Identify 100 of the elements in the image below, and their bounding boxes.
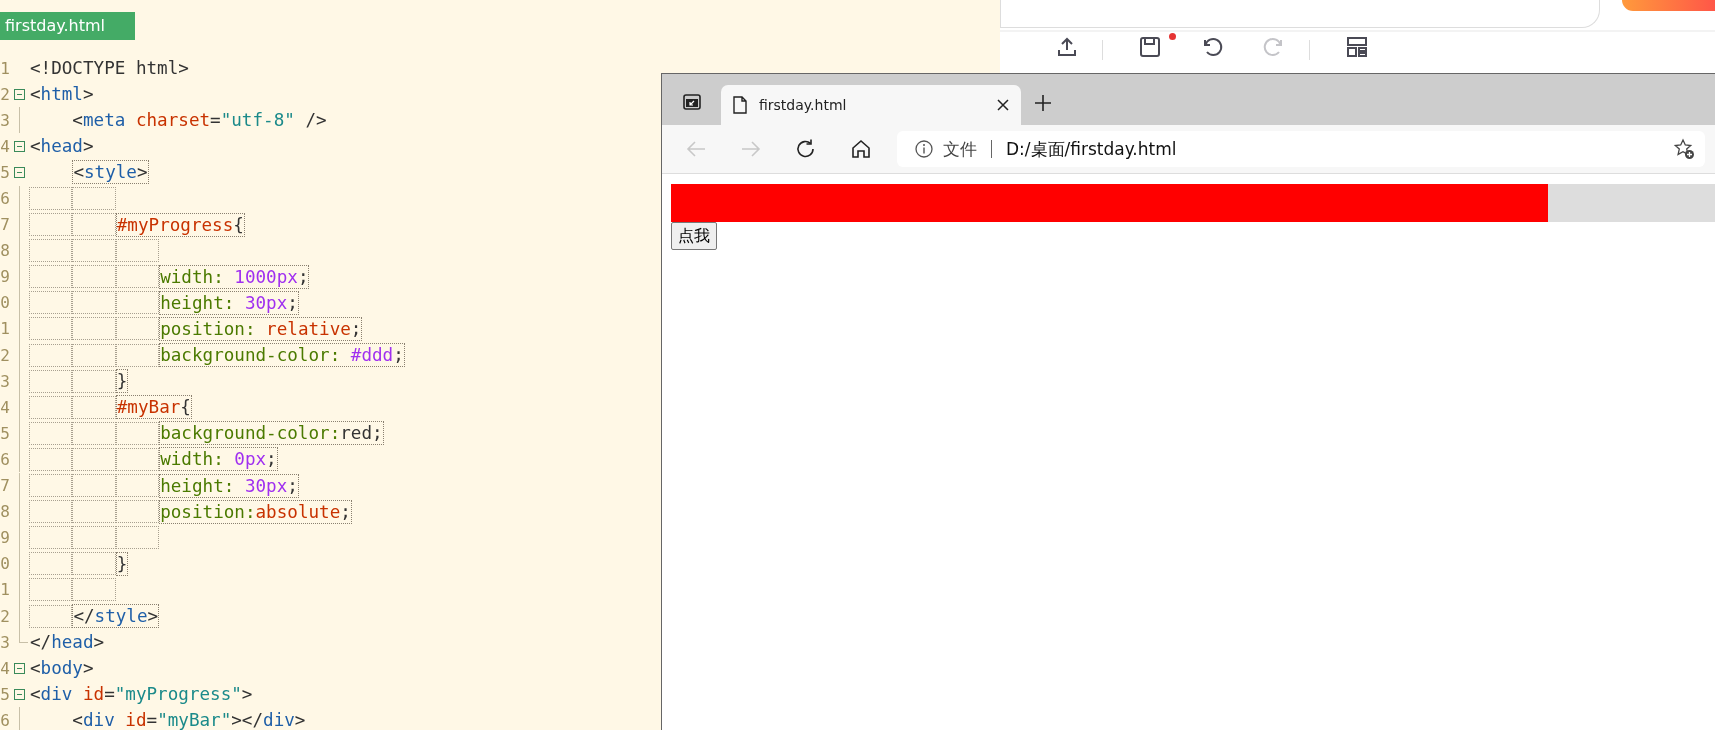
line-number: 0 <box>0 554 10 574</box>
line-number: 6 <box>0 449 10 469</box>
code-text: width: 0px; <box>159 447 278 472</box>
whitespace-marker <box>72 369 116 393</box>
whitespace-marker <box>72 526 116 550</box>
line-number: 2 <box>0 84 10 104</box>
file-icon <box>733 96 747 114</box>
whitespace-marker <box>29 213 73 237</box>
add-favorite-icon[interactable] <box>1673 138 1695 160</box>
collapse-icon[interactable] <box>14 688 25 700</box>
whitespace-marker <box>29 578 73 602</box>
address-bar[interactable]: 文件 D:/桌面/firstday.html <box>897 131 1705 167</box>
whitespace-marker <box>115 265 160 289</box>
whitespace-marker <box>29 604 73 628</box>
line-number: 5 <box>0 162 10 182</box>
whitespace-marker <box>115 343 160 367</box>
code-text: </head> <box>29 631 106 655</box>
click-me-button[interactable]: 点我 <box>671 222 717 250</box>
collapse-icon[interactable] <box>14 88 25 100</box>
whitespace-marker <box>72 213 116 237</box>
whitespace-marker <box>29 343 73 367</box>
whitespace-marker <box>115 317 160 341</box>
whitespace-marker <box>72 552 116 576</box>
code-text: height: 30px; <box>159 473 299 498</box>
code-text: </style> <box>72 604 160 628</box>
layout-icon[interactable] <box>1345 35 1369 59</box>
whitespace-marker <box>72 395 116 419</box>
line-number: 9 <box>0 267 10 287</box>
whitespace-marker <box>29 474 73 498</box>
whitespace-marker <box>72 343 116 367</box>
whitespace-marker <box>29 317 73 341</box>
code-text: height: 30px; <box>159 290 299 315</box>
line-number: 0 <box>0 293 10 313</box>
code-text: width: 1000px; <box>159 264 310 289</box>
whitespace-marker <box>29 552 73 576</box>
code-text: #myBar{ <box>115 395 192 420</box>
whitespace-marker <box>72 500 116 524</box>
reload-icon[interactable] <box>795 138 817 160</box>
code-text: <html> <box>29 83 95 107</box>
whitespace-marker <box>115 421 160 445</box>
whitespace-marker <box>72 239 116 263</box>
workspaces-icon[interactable] <box>683 93 701 111</box>
collapse-icon[interactable] <box>14 662 25 674</box>
line-number: 4 <box>0 136 10 156</box>
code-text: <div id="myProgress"> <box>29 683 254 707</box>
whitespace-marker <box>72 474 116 498</box>
collapse-icon[interactable] <box>14 166 25 178</box>
url-text: D:/桌面/firstday.html <box>1006 137 1177 161</box>
whitespace-marker <box>115 500 160 524</box>
whitespace-marker <box>72 187 116 210</box>
whitespace-marker <box>29 291 73 315</box>
whitespace-marker <box>29 526 73 550</box>
whitespace-marker <box>29 187 73 210</box>
line-number: 1 <box>0 319 10 339</box>
whitespace-marker <box>72 421 116 445</box>
code-text: } <box>115 369 129 394</box>
whitespace-marker <box>29 369 73 393</box>
collapse-icon[interactable] <box>14 140 25 152</box>
line-number: 7 <box>0 476 10 496</box>
whitespace-marker <box>115 447 160 471</box>
whitespace-marker <box>115 474 160 498</box>
whitespace-marker <box>72 317 116 341</box>
code-text: <style> <box>72 160 149 185</box>
scheme-label: 文件 <box>943 137 977 161</box>
new-tab-icon[interactable] <box>1034 94 1052 112</box>
line-number: 5 <box>0 684 10 704</box>
whitespace-marker <box>115 291 160 315</box>
line-number: 1 <box>0 58 10 78</box>
code-text: <body> <box>29 657 95 681</box>
whitespace-marker <box>29 500 73 524</box>
line-number: 2 <box>0 345 10 365</box>
info-icon[interactable] <box>915 140 933 158</box>
line-number: 3 <box>0 632 10 652</box>
code-text: position: relative; <box>159 317 363 341</box>
whitespace-marker <box>29 447 73 471</box>
line-number: 4 <box>0 397 10 417</box>
line-number: 8 <box>0 502 10 522</box>
whitespace-marker <box>115 526 160 550</box>
code-text: <!DOCTYPE html> <box>29 57 190 81</box>
whitespace-marker <box>72 447 116 471</box>
line-number: 5 <box>0 423 10 443</box>
upload-icon[interactable] <box>1055 35 1079 59</box>
whitespace-marker <box>29 395 73 419</box>
line-number: 8 <box>0 241 10 261</box>
whitespace-marker <box>72 578 116 602</box>
browser-tab[interactable]: firstday.html <box>721 85 1021 125</box>
line-number: 9 <box>0 528 10 548</box>
code-text: <div id="myBar"></div> <box>71 709 307 730</box>
code-text: #myProgress{ <box>115 212 245 237</box>
whitespace-marker <box>115 239 160 263</box>
home-icon[interactable] <box>850 138 872 160</box>
line-number: 3 <box>0 371 10 391</box>
line-number: 4 <box>0 658 10 678</box>
code-text: background-color: #ddd; <box>159 343 405 368</box>
floppy-icon[interactable] <box>1138 35 1162 59</box>
line-number: 6 <box>0 189 10 208</box>
line-number: 3 <box>0 110 10 130</box>
whitespace-marker <box>72 265 116 289</box>
code-text: } <box>115 551 129 576</box>
close-icon[interactable] <box>997 99 1009 111</box>
